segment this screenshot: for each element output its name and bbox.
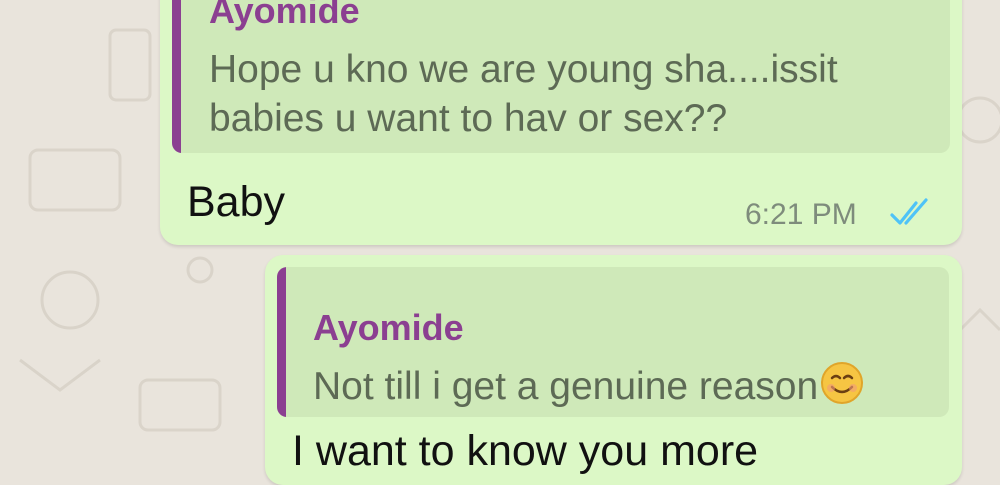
quoted-message[interactable]: Ayomide Hope u kno we are young sha....i… (172, 0, 950, 153)
message-timestamp: 6:21 PM (745, 198, 857, 231)
message-text: I want to know you more (292, 427, 759, 475)
double-check-read-icon (890, 198, 928, 225)
message-bubble-outgoing[interactable]: Ayomide Not till i get a genuine reason … (265, 255, 962, 485)
quoted-text-content: Not till i get a genuine reason (313, 365, 819, 408)
quoted-text-line: babies u want to hav or sex?? (209, 97, 728, 140)
quote-accent-bar (172, 0, 181, 153)
quoted-text-line: Hope u kno we are young sha....issit (209, 48, 838, 91)
quoted-text: Not till i get a genuine reason (313, 361, 864, 411)
quoted-author: Ayomide (313, 307, 464, 348)
message-bubble-outgoing[interactable]: Ayomide Hope u kno we are young sha....i… (160, 0, 962, 245)
quoted-text: Hope u kno we are young sha....issit bab… (209, 45, 838, 143)
quoted-message[interactable]: Ayomide Not till i get a genuine reason (277, 267, 949, 417)
quote-accent-bar (277, 267, 286, 417)
smiling-face-emoji-icon (821, 362, 864, 404)
message-text: Baby (187, 178, 286, 226)
quoted-author: Ayomide (209, 0, 360, 31)
